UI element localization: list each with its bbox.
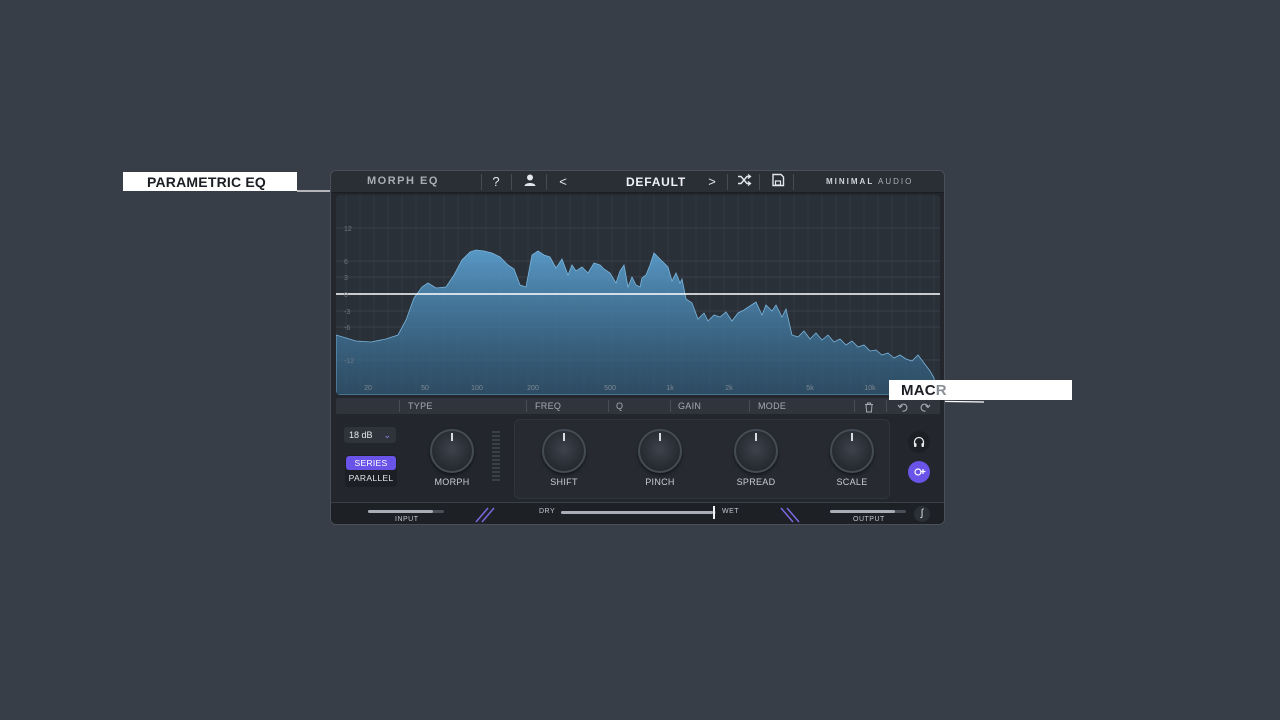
- slope-dropdown[interactable]: 18 dB ⌄: [344, 427, 396, 443]
- input-slider-fill: [368, 510, 433, 513]
- db-tick-label: -6: [344, 325, 350, 332]
- shuffle-icon[interactable]: [734, 173, 754, 191]
- help-button[interactable]: ?: [486, 173, 506, 191]
- frequency-tick-label: 100: [471, 385, 483, 392]
- dry-wet-slider-fill: [561, 511, 713, 514]
- morph-knob[interactable]: [430, 429, 474, 473]
- chevron-down-icon: ⌄: [383, 430, 391, 440]
- headphones-icon[interactable]: [908, 431, 930, 453]
- db-tick-label: 0: [344, 292, 348, 299]
- db-tick-label: -12: [344, 358, 354, 365]
- frequency-tick-label: 50: [421, 385, 429, 392]
- mode-label[interactable]: MODE: [758, 401, 786, 411]
- spread-label: SPREAD: [736, 477, 776, 487]
- frequency-tick-label: 1k: [666, 385, 674, 392]
- input-label: INPUT: [395, 516, 419, 523]
- brand-light: AUDIO: [878, 177, 914, 186]
- output-slider-fill: [830, 510, 895, 513]
- param-divider: [749, 400, 750, 412]
- scale-label: SCALE: [836, 477, 868, 487]
- user-icon[interactable]: [520, 173, 540, 191]
- dry-wet-slider[interactable]: [561, 506, 716, 519]
- output-label: OUTPUT: [853, 516, 885, 523]
- divider-accent-left: [475, 507, 495, 523]
- dry-wet-slider-thumb[interactable]: [712, 506, 715, 519]
- plugin-title: MORPH EQ: [367, 175, 439, 187]
- shift-knob-group: SHIFT: [534, 429, 594, 487]
- shift-label: SHIFT: [550, 477, 578, 487]
- param-divider: [886, 400, 887, 412]
- add-node-icon[interactable]: [908, 461, 930, 483]
- macro-callout-label: MAC: [901, 381, 936, 399]
- band-parameter-bar: TYPE FREQ Q GAIN MODE: [336, 398, 940, 414]
- series-option[interactable]: SERIES: [346, 456, 396, 470]
- macro-callout: MAC R: [889, 380, 1072, 400]
- freq-label[interactable]: FREQ: [535, 401, 561, 411]
- header-divider: [727, 174, 728, 190]
- spread-knob-group: SPREAD: [726, 429, 786, 487]
- morph-knob-group: MORPH: [422, 429, 482, 487]
- shift-knob[interactable]: [542, 429, 586, 473]
- type-label[interactable]: TYPE: [408, 401, 433, 411]
- plugin-header: MORPH EQ ? < DEFAULT > MINIMAL AUDIO: [331, 171, 944, 193]
- param-divider: [670, 400, 671, 412]
- curve-icon[interactable]: ∫: [914, 506, 930, 522]
- divider-accent-right: [780, 507, 800, 523]
- header-divider: [759, 174, 760, 190]
- param-divider: [399, 400, 400, 412]
- redo-icon[interactable]: [920, 400, 931, 418]
- frequency-tick-label: 200: [527, 385, 539, 392]
- drag-grip[interactable]: [492, 431, 500, 481]
- db-tick-label: 3: [344, 275, 348, 282]
- param-divider: [854, 400, 855, 412]
- spectrum-fill: [336, 249, 937, 395]
- eq-display[interactable]: 12 6 3 0 -3 -6 -12 20 50 100 200 500 1k 2k 5k 10k: [336, 195, 940, 395]
- gain-label[interactable]: GAIN: [678, 401, 701, 411]
- header-divider: [546, 174, 547, 190]
- pinch-label: PINCH: [645, 477, 675, 487]
- parallel-option[interactable]: PARALLEL: [345, 471, 397, 486]
- header-divider: [511, 174, 512, 190]
- morph-label: MORPH: [434, 477, 470, 487]
- brand-bold: MINIMAL: [826, 177, 875, 186]
- parametric-eq-callout-label: PARAMETRIC EQ: [147, 173, 267, 190]
- frequency-tick-label: 20: [364, 385, 372, 392]
- param-divider: [608, 400, 609, 412]
- frequency-tick-label: 2k: [725, 385, 733, 392]
- io-strip: INPUT DRY WET OUTPUT ∫: [331, 502, 944, 524]
- dry-label: DRY: [539, 508, 556, 515]
- slope-value: 18 dB: [349, 430, 373, 440]
- db-tick-label: -3: [344, 309, 350, 316]
- db-tick-label: 6: [344, 259, 348, 266]
- q-label[interactable]: Q: [616, 401, 623, 411]
- save-icon[interactable]: [768, 173, 788, 191]
- pinch-knob[interactable]: [638, 429, 682, 473]
- header-divider: [481, 174, 482, 190]
- frequency-tick-label: 500: [604, 385, 616, 392]
- macro-controls: 18 dB ⌄ SERIES PARALLEL MORPH SHIFT PINC…: [331, 417, 944, 502]
- macro-callout-label-faded: R: [935, 381, 947, 399]
- input-slider[interactable]: [368, 510, 444, 513]
- header-divider: [793, 174, 794, 190]
- parametric-eq-callout: PARAMETRIC EQ: [123, 172, 297, 191]
- morph-eq-plugin: MORPH EQ ? < DEFAULT > MINIMAL AUDIO 12 …: [330, 170, 945, 525]
- wet-label: WET: [722, 508, 740, 515]
- spectrum-graph[interactable]: 12 6 3 0 -3 -6 -12 20 50 100 200 500 1k 2k 5k 10k: [336, 195, 940, 395]
- scale-knob[interactable]: [830, 429, 874, 473]
- undo-icon[interactable]: [897, 400, 908, 418]
- spread-knob[interactable]: [734, 429, 778, 473]
- next-preset-button[interactable]: >: [702, 173, 722, 191]
- previous-preset-button[interactable]: <: [553, 173, 573, 191]
- brand-logo: MINIMAL AUDIO: [826, 177, 913, 186]
- param-divider: [526, 400, 527, 412]
- scale-knob-group: SCALE: [822, 429, 882, 487]
- routing-toggle[interactable]: SERIES PARALLEL: [345, 455, 397, 487]
- output-slider[interactable]: [830, 510, 906, 513]
- db-tick-label: 12: [344, 226, 352, 233]
- pinch-knob-group: PINCH: [630, 429, 690, 487]
- frequency-tick-label: 5k: [806, 385, 814, 392]
- trash-icon[interactable]: [864, 400, 874, 418]
- frequency-tick-label: 10k: [864, 385, 876, 392]
